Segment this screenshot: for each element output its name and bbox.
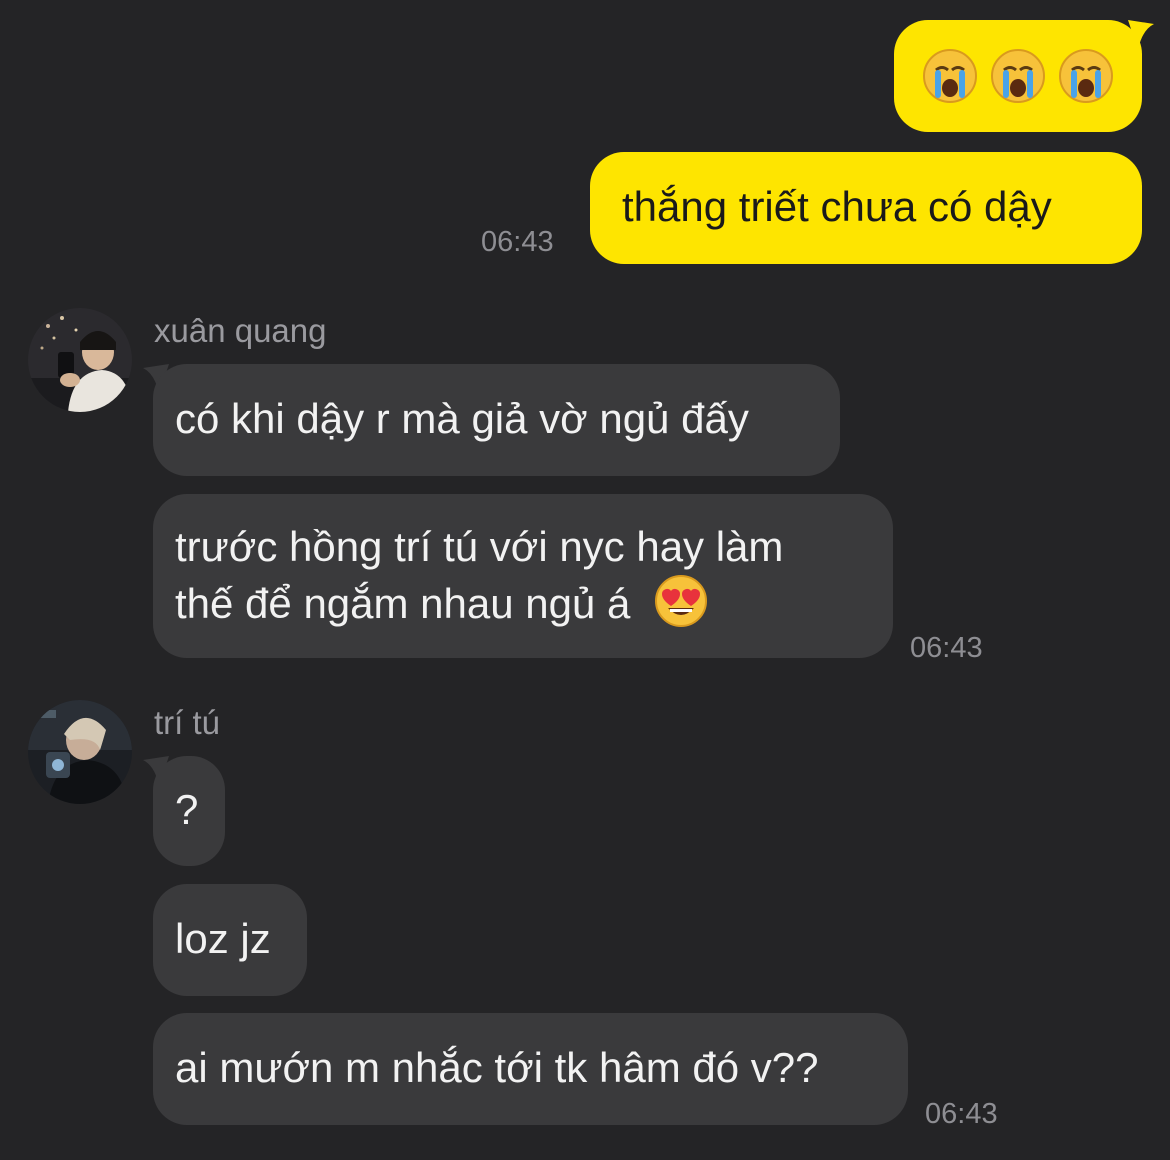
message-text: ? (175, 786, 199, 833)
profile-photo (28, 700, 132, 804)
message-text: thế để ngắm nhau ngủ á (175, 580, 631, 627)
message-timestamp: 06:43 (481, 226, 554, 258)
bubble-tail (1128, 20, 1154, 50)
incoming-message-bubble[interactable]: loz jz (153, 884, 307, 996)
outgoing-emoji-bubble[interactable] (894, 20, 1142, 132)
avatar-xuan-quang[interactable] (28, 308, 132, 412)
message-text-line: trước hồng trí tú với nyc hay làm (175, 523, 784, 570)
crying-face-icon (991, 49, 1045, 103)
emoji-row (894, 20, 1142, 132)
sender-name: xuân quang (154, 312, 327, 349)
message-text-line: thế để ngắm nhau ngủ á (175, 574, 893, 631)
incoming-message-bubble[interactable]: trước hồng trí tú với nyc hay làm thế để… (153, 494, 893, 658)
crying-face-icon (923, 49, 977, 103)
incoming-message-bubble[interactable]: ai mướn m nhắc tới tk hâm đó v?? (153, 1013, 908, 1125)
message-text: thắng triết chưa có dậy (622, 183, 1052, 230)
crying-face-icon (1059, 49, 1113, 103)
heart-eyes-emoji-icon (655, 575, 708, 627)
message-text: loz jz (175, 915, 271, 962)
avatar-tri-tu[interactable] (28, 700, 132, 804)
message-timestamp: 06:43 (910, 632, 983, 664)
message-text: có khi dậy r mà giả vờ ngủ đấy (175, 395, 749, 442)
outgoing-message-bubble[interactable]: thắng triết chưa có dậy (590, 152, 1142, 264)
incoming-message-bubble[interactable]: ? (153, 756, 225, 866)
message-timestamp: 06:43 (925, 1098, 998, 1130)
profile-photo (28, 308, 132, 412)
message-text: ai mướn m nhắc tới tk hâm đó v?? (175, 1044, 819, 1091)
sender-name: trí tú (154, 704, 221, 741)
incoming-message-bubble[interactable]: có khi dậy r mà giả vờ ngủ đấy (153, 364, 840, 476)
